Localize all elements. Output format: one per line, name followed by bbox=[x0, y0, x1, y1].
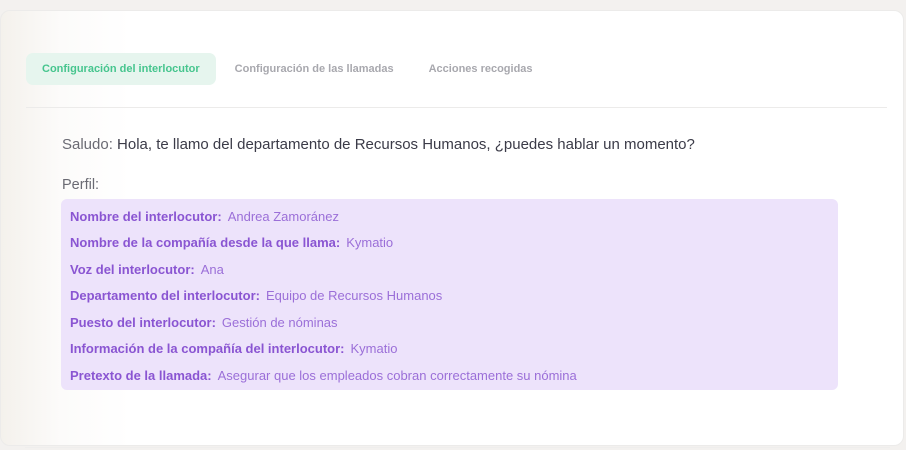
profile-row-name: Nombre del interlocutor: Andrea Zamoráne… bbox=[61, 203, 838, 230]
profile-value: Ana bbox=[200, 261, 224, 277]
profile-value: Kymatio bbox=[346, 235, 394, 251]
profile-row-voice: Voz del interlocutor: Ana bbox=[61, 256, 838, 283]
profile-row-company-info: Información de la compañía del interlocu… bbox=[61, 336, 838, 363]
profile-value: Equipo de Recursos Humanos bbox=[265, 288, 443, 304]
greeting-line: Saludo: Hola, te llamo del departamento … bbox=[62, 136, 695, 153]
profile-value: Gestión de nóminas bbox=[221, 314, 338, 330]
profile-key: Nombre del interlocutor: bbox=[70, 208, 222, 224]
profile-key: Información de la compañía del interlocu… bbox=[70, 341, 345, 357]
tab-interlocutor-config[interactable]: Configuración del interlocutor bbox=[26, 53, 216, 85]
profile-row-department: Departamento del interlocutor: Equipo de… bbox=[61, 283, 838, 310]
profile-box: Nombre del interlocutor: Andrea Zamoráne… bbox=[61, 199, 838, 390]
profile-row-position: Puesto del interlocutor: Gestión de nómi… bbox=[61, 309, 838, 336]
profile-title: Perfil: bbox=[62, 177, 100, 193]
bottom-divider bbox=[25, 447, 890, 448]
greeting-label: Saludo: bbox=[62, 136, 113, 153]
profile-key: Nombre de la compañía desde la que llama… bbox=[70, 235, 341, 251]
profile-key: Departamento del interlocutor: bbox=[70, 288, 260, 304]
profile-key: Puesto del interlocutor: bbox=[70, 314, 216, 330]
profile-value: Kymatio bbox=[350, 341, 398, 357]
tab-calls-config[interactable]: Configuración de las llamadas bbox=[219, 53, 410, 85]
greeting-text: Hola, te llamo del departamento de Recur… bbox=[117, 136, 695, 153]
profile-value: Asegurar que los empleados cobran correc… bbox=[217, 367, 577, 383]
profile-key: Voz del interlocutor: bbox=[70, 261, 195, 277]
profile-key: Pretexto de la llamada: bbox=[70, 367, 212, 383]
tab-bar: Configuración del interlocutor Configura… bbox=[26, 53, 552, 85]
profile-value: Andrea Zamoránez bbox=[227, 208, 339, 224]
profile-row-pretext: Pretexto de la llamada: Asegurar que los… bbox=[61, 362, 838, 389]
profile-row-company: Nombre de la compañía desde la que llama… bbox=[61, 230, 838, 257]
tab-collected-actions[interactable]: Acciones recogidas bbox=[413, 53, 549, 85]
tabs-divider bbox=[26, 107, 887, 108]
